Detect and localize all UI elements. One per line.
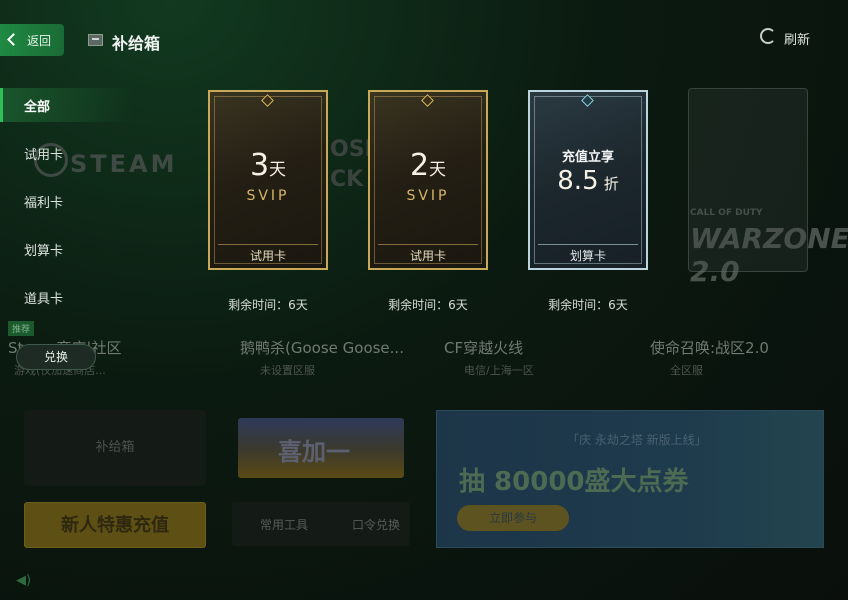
card-unit: 折 xyxy=(603,175,619,193)
tools-code-redeem: 口令兑换 xyxy=(352,518,401,532)
card-unit: 天 xyxy=(269,160,287,180)
promo-banner: 「庆 永劫之塔 新版上线」 抽 80000盛大点券 立即参与 xyxy=(436,410,824,548)
tools-common: 常用工具 xyxy=(260,518,309,532)
card-headline: 充值立享 xyxy=(561,150,614,165)
card-remaining-time: 剩余时间：6天 xyxy=(228,298,308,312)
xijia-text: 喜加一 xyxy=(278,438,350,466)
sidebar-item-welfare[interactable]: 福利卡 xyxy=(0,184,190,218)
sidebar-item-label: 试用卡 xyxy=(24,148,64,163)
card-svip-trial-3d[interactable]: 3天 SVIP 试用卡 xyxy=(208,90,328,270)
card-unit: 天 xyxy=(429,160,447,180)
card-type: 试用卡 xyxy=(378,244,478,266)
speaker-icon: ◀) xyxy=(16,573,32,588)
promo-join-button: 立即参与 xyxy=(457,505,569,531)
sidebar-item-label: 道具卡 xyxy=(24,292,64,307)
supply-box-icon xyxy=(88,34,103,46)
sidebar-item-label: 福利卡 xyxy=(24,196,64,211)
newbie-recharge-banner: 新人特惠充值 xyxy=(24,502,206,548)
card-value: 8.5 折 xyxy=(528,166,648,196)
refresh-label: 刷新 xyxy=(784,33,811,48)
tile-name: 使命召唤:战区2.0 xyxy=(650,339,769,357)
sidebar-item-props[interactable]: 道具卡 xyxy=(0,280,190,314)
tile-name: 鹅鸭杀(Goose Goose... xyxy=(240,339,404,357)
tile-sub: 未设置区服 xyxy=(260,364,315,377)
card-recharge-discount[interactable]: 充值立享 8.5 折 划算卡 xyxy=(528,90,648,270)
card-empty-slot xyxy=(688,88,808,272)
card-tier: SVIP xyxy=(246,188,290,204)
card-number: 2 xyxy=(409,148,430,183)
tile-sub: 全区服 xyxy=(670,364,703,377)
card-svip-trial-2d[interactable]: 2天 SVIP 试用卡 xyxy=(368,90,488,270)
supply-box-card: 补给箱 xyxy=(24,410,206,486)
sidebar-item-label: 划算卡 xyxy=(24,244,64,259)
card-remaining-time: 剩余时间：6天 xyxy=(548,298,628,312)
tile-tag: 推荐 xyxy=(8,321,35,336)
page-title: 补给箱 xyxy=(112,34,161,53)
refresh-icon xyxy=(760,28,776,44)
promo-top-text: 「庆 永劫之塔 新版上线」 xyxy=(567,433,707,447)
game-tile-warzone: 使命召唤:战区2.0 全区服 xyxy=(642,300,824,384)
card-remaining-time: 剩余时间：6天 xyxy=(388,298,468,312)
card-number: 3 xyxy=(249,148,270,183)
promo-title: 抽 80000盛大点券 xyxy=(459,467,689,497)
card-value: 2天 xyxy=(368,148,488,183)
back-button[interactable]: 返回 xyxy=(0,24,64,56)
tile-name: CF穿越火线 xyxy=(444,339,524,357)
tools-bar: 常用工具 口令兑换 xyxy=(232,502,410,546)
card-type: 试用卡 xyxy=(218,244,318,266)
tile-sub: 电信/上海一区 xyxy=(464,364,534,377)
card-value: 3天 xyxy=(208,148,328,183)
redeem-button[interactable]: 兑换 xyxy=(16,344,96,370)
sidebar-item-all[interactable]: 全部 xyxy=(0,88,190,122)
chevron-left-icon xyxy=(7,33,20,46)
xijia-banner: 喜加一 xyxy=(238,418,404,478)
sidebar-item-trial[interactable]: 试用卡 xyxy=(0,136,190,170)
back-label: 返回 xyxy=(27,34,52,48)
sidebar-item-label: 全部 xyxy=(24,100,51,115)
card-type: 划算卡 xyxy=(538,244,638,266)
sidebar-item-deal[interactable]: 划算卡 xyxy=(0,232,190,266)
card-tier: SVIP xyxy=(406,188,450,204)
card-number: 8.5 xyxy=(557,166,599,196)
